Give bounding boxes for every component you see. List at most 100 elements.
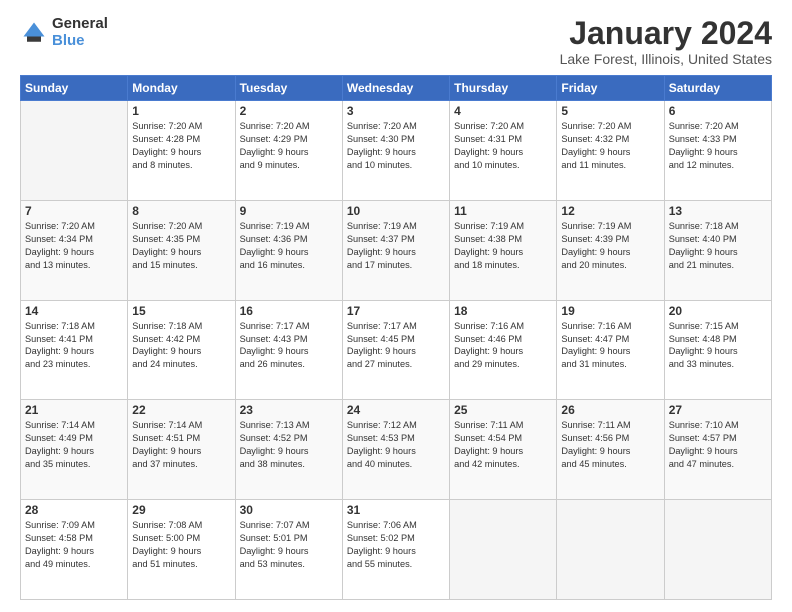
cell-content: Sunrise: 7:20 AMSunset: 4:28 PMDaylight:…	[132, 120, 230, 172]
cell-content: Sunrise: 7:10 AMSunset: 4:57 PMDaylight:…	[669, 419, 767, 471]
header-cell-wednesday: Wednesday	[342, 76, 449, 101]
cell-content: Sunrise: 7:18 AMSunset: 4:40 PMDaylight:…	[669, 220, 767, 272]
page: General Blue January 2024 Lake Forest, I…	[0, 0, 792, 612]
calendar-cell: 30 Sunrise: 7:07 AMSunset: 5:01 PMDayligh…	[235, 500, 342, 600]
calendar-cell: 8Sunrise: 7:20 AMSunset: 4:35 PMDaylight…	[128, 200, 235, 300]
day-number: 31	[347, 503, 445, 517]
week-row-5: 28 Sunrise: 7:09 AMSunset: 4:58 PMDayligh…	[21, 500, 772, 600]
cell-content: Sunrise: 7:20 AMSunset: 4:29 PMDaylight:…	[240, 120, 338, 172]
day-number: 5	[561, 104, 659, 118]
calendar-cell: 9 Sunrise: 7:19 AMSunset: 4:36 PMDaylight…	[235, 200, 342, 300]
day-number: 14	[25, 304, 123, 318]
calendar-cell: 15 Sunrise: 7:18 AMSunset: 4:42 PMDayligh…	[128, 300, 235, 400]
cell-content: Sunrise: 7:13 AMSunset: 4:52 PMDaylight:…	[240, 419, 338, 471]
cell-content: Sunrise: 7:14 AMSunset: 4:51 PMDaylight:…	[132, 419, 230, 471]
cell-content: Sunrise: 7:19 AMSunset: 4:38 PMDaylight:…	[454, 220, 552, 272]
day-number: 10	[347, 204, 445, 218]
header: General Blue January 2024 Lake Forest, I…	[20, 16, 772, 67]
calendar-cell: 19 Sunrise: 7:16 AMSunset: 4:47 PMDayligh…	[557, 300, 664, 400]
day-number: 20	[669, 304, 767, 318]
calendar-cell: 1 Sunrise: 7:20 AMSunset: 4:28 PMDaylight…	[128, 101, 235, 201]
calendar-table: SundayMondayTuesdayWednesdayThursdayFrid…	[20, 75, 772, 600]
cell-content: Sunrise: 7:16 AMSunset: 4:47 PMDaylight:…	[561, 320, 659, 372]
day-number: 23	[240, 403, 338, 417]
calendar-cell: 26Sunrise: 7:11 AMSunset: 4:56 PMDayligh…	[557, 400, 664, 500]
calendar-cell: 6 Sunrise: 7:20 AMSunset: 4:33 PMDaylight…	[664, 101, 771, 201]
day-number: 22	[132, 403, 230, 417]
calendar-cell: 11 Sunrise: 7:19 AMSunset: 4:38 PMDayligh…	[450, 200, 557, 300]
calendar-cell	[21, 101, 128, 201]
cell-content: Sunrise: 7:18 AMSunset: 4:42 PMDaylight:…	[132, 320, 230, 372]
cell-content: Sunrise: 7:12 AMSunset: 4:53 PMDaylight:…	[347, 419, 445, 471]
calendar-cell: 31 Sunrise: 7:06 AMSunset: 5:02 PMDayligh…	[342, 500, 449, 600]
day-number: 27	[669, 403, 767, 417]
cell-content: Sunrise: 7:14 AMSunset: 4:49 PMDaylight:…	[25, 419, 123, 471]
logo-blue-text: Blue	[52, 33, 108, 50]
day-number: 15	[132, 304, 230, 318]
calendar-cell: 25 Sunrise: 7:11 AMSunset: 4:54 PMDayligh…	[450, 400, 557, 500]
calendar-cell	[664, 500, 771, 600]
calendar-cell: 28 Sunrise: 7:09 AMSunset: 4:58 PMDayligh…	[21, 500, 128, 600]
header-cell-monday: Monday	[128, 76, 235, 101]
day-number: 17	[347, 304, 445, 318]
day-number: 6	[669, 104, 767, 118]
week-row-4: 21 Sunrise: 7:14 AMSunset: 4:49 PMDayligh…	[21, 400, 772, 500]
day-number: 11	[454, 204, 552, 218]
cell-content: Sunrise: 7:19 AMSunset: 4:36 PMDaylight:…	[240, 220, 338, 272]
header-cell-sunday: Sunday	[21, 76, 128, 101]
day-number: 4	[454, 104, 552, 118]
cell-content: Sunrise: 7:15 AMSunset: 4:48 PMDaylight:…	[669, 320, 767, 372]
calendar-subtitle: Lake Forest, Illinois, United States	[560, 51, 772, 67]
cell-content: Sunrise: 7:07 AMSunset: 5:01 PMDaylight:…	[240, 519, 338, 571]
cell-content: Sunrise: 7:06 AMSunset: 5:02 PMDaylight:…	[347, 519, 445, 571]
day-number: 16	[240, 304, 338, 318]
calendar-cell: 10 Sunrise: 7:19 AMSunset: 4:37 PMDayligh…	[342, 200, 449, 300]
calendar-cell: 2 Sunrise: 7:20 AMSunset: 4:29 PMDaylight…	[235, 101, 342, 201]
cell-content: Sunrise: 7:20 AMSunset: 4:31 PMDaylight:…	[454, 120, 552, 172]
cell-content: Sunrise: 7:09 AMSunset: 4:58 PMDaylight:…	[25, 519, 123, 571]
cell-content: Sunrise: 7:18 AMSunset: 4:41 PMDaylight:…	[25, 320, 123, 372]
calendar-cell: 18Sunrise: 7:16 AMSunset: 4:46 PMDayligh…	[450, 300, 557, 400]
calendar-cell: 3 Sunrise: 7:20 AMSunset: 4:30 PMDaylight…	[342, 101, 449, 201]
day-number: 8	[132, 204, 230, 218]
calendar-cell: 22 Sunrise: 7:14 AMSunset: 4:51 PMDayligh…	[128, 400, 235, 500]
day-number: 2	[240, 104, 338, 118]
cell-content: Sunrise: 7:19 AMSunset: 4:37 PMDaylight:…	[347, 220, 445, 272]
calendar-cell: 29Sunrise: 7:08 AMSunset: 5:00 PMDayligh…	[128, 500, 235, 600]
header-cell-thursday: Thursday	[450, 76, 557, 101]
calendar-cell	[450, 500, 557, 600]
cell-content: Sunrise: 7:16 AMSunset: 4:46 PMDaylight:…	[454, 320, 552, 372]
logo-general-text: General	[52, 16, 108, 33]
cell-content: Sunrise: 7:20 AMSunset: 4:30 PMDaylight:…	[347, 120, 445, 172]
calendar-title: January 2024	[560, 16, 772, 51]
calendar-cell: 4 Sunrise: 7:20 AMSunset: 4:31 PMDaylight…	[450, 101, 557, 201]
calendar-cell: 16Sunrise: 7:17 AMSunset: 4:43 PMDayligh…	[235, 300, 342, 400]
day-number: 3	[347, 104, 445, 118]
day-number: 9	[240, 204, 338, 218]
calendar-cell: 24Sunrise: 7:12 AMSunset: 4:53 PMDayligh…	[342, 400, 449, 500]
cell-content: Sunrise: 7:19 AMSunset: 4:39 PMDaylight:…	[561, 220, 659, 272]
logo: General Blue	[20, 16, 108, 49]
day-number: 25	[454, 403, 552, 417]
logo-text: General Blue	[52, 16, 108, 49]
cell-content: Sunrise: 7:08 AMSunset: 5:00 PMDaylight:…	[132, 519, 230, 571]
cell-content: Sunrise: 7:11 AMSunset: 4:54 PMDaylight:…	[454, 419, 552, 471]
day-number: 21	[25, 403, 123, 417]
day-number: 1	[132, 104, 230, 118]
header-cell-saturday: Saturday	[664, 76, 771, 101]
logo-icon	[20, 19, 48, 47]
day-number: 28	[25, 503, 123, 517]
calendar-cell	[557, 500, 664, 600]
cell-content: Sunrise: 7:17 AMSunset: 4:45 PMDaylight:…	[347, 320, 445, 372]
day-number: 13	[669, 204, 767, 218]
day-number: 30	[240, 503, 338, 517]
week-row-2: 7Sunrise: 7:20 AMSunset: 4:34 PMDaylight…	[21, 200, 772, 300]
title-block: January 2024 Lake Forest, Illinois, Unit…	[560, 16, 772, 67]
cell-content: Sunrise: 7:20 AMSunset: 4:33 PMDaylight:…	[669, 120, 767, 172]
day-number: 19	[561, 304, 659, 318]
calendar-cell: 27 Sunrise: 7:10 AMSunset: 4:57 PMDayligh…	[664, 400, 771, 500]
calendar-cell: 20 Sunrise: 7:15 AMSunset: 4:48 PMDayligh…	[664, 300, 771, 400]
calendar-cell: 14 Sunrise: 7:18 AMSunset: 4:41 PMDayligh…	[21, 300, 128, 400]
calendar-cell: 17 Sunrise: 7:17 AMSunset: 4:45 PMDayligh…	[342, 300, 449, 400]
cell-content: Sunrise: 7:11 AMSunset: 4:56 PMDaylight:…	[561, 419, 659, 471]
